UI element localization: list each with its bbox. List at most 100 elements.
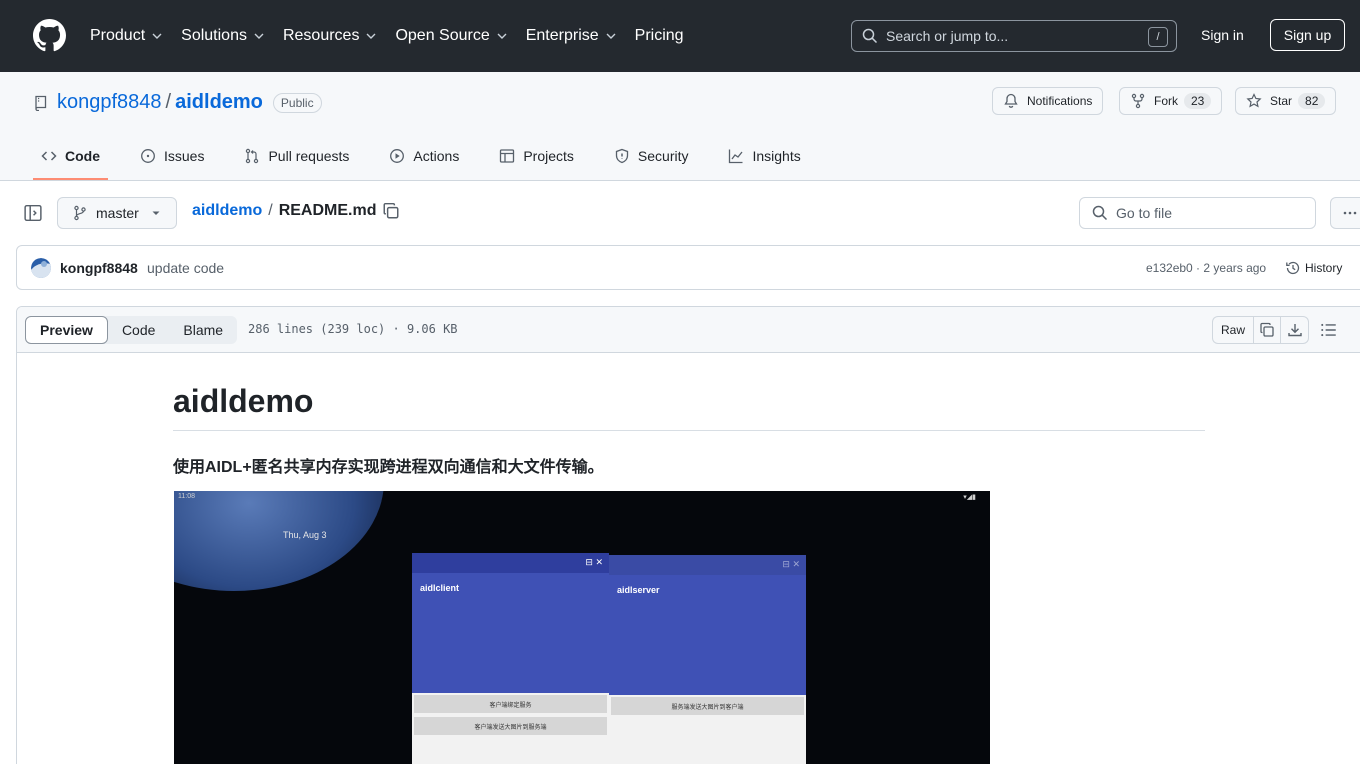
more-options-button[interactable] (1330, 197, 1360, 229)
search-shortcut-key: / (1148, 27, 1168, 47)
copy-icon[interactable] (382, 202, 400, 220)
issue-icon (141, 149, 155, 163)
server-app-bar: aidlserver (609, 575, 806, 695)
outline-list-icon[interactable] (1320, 321, 1338, 339)
chevron-down-icon (254, 33, 264, 39)
repo-tabs: Code Issues Pull requests Actions Projec… (33, 132, 833, 180)
view-mode-switch: Preview Code Blame (25, 316, 238, 344)
go-to-file-input[interactable]: Go to file (1079, 197, 1316, 229)
tab-code-view[interactable]: Code (108, 316, 169, 344)
commit-hash-and-time[interactable]: e132eb0 · 2 years ago (1146, 261, 1266, 275)
window-controls-icon: ⊟ ✕ (782, 559, 800, 569)
raw-button[interactable]: Raw (1212, 316, 1254, 344)
breadcrumb: aidldemo / README.md (192, 202, 400, 220)
emulator-status-icons: ▾◢▮ (963, 494, 976, 501)
fork-button[interactable]: Fork 23 (1119, 87, 1223, 115)
client-send-image-button: 客户端发送大图片到服务端 (414, 717, 607, 735)
tab-security[interactable]: Security (606, 132, 697, 180)
history-button[interactable]: History (1285, 260, 1342, 276)
copy-icon (1260, 322, 1274, 337)
go-to-file-placeholder: Go to file (1116, 205, 1173, 221)
search-icon (1092, 205, 1108, 221)
readme-screenshot[interactable]: 11:08 ▾◢▮ Thu, Aug 3 ⊟ ✕ aidlclient 客户端绑… (174, 491, 990, 764)
nav-product[interactable]: Product (90, 27, 163, 45)
repo-title: kongpf8848 / aidldemo Public (33, 91, 322, 114)
server-titlebar: ⊟ ✕ (609, 555, 806, 575)
server-send-image-button: 服务端发送大图片到客户端 (611, 697, 804, 715)
emulator-clock: 11:08 (178, 493, 195, 500)
play-icon (390, 149, 405, 163)
file-info: 286 lines (239 loc) · 9.06 KB (248, 322, 458, 336)
wallpaper-planet (174, 491, 384, 591)
commit-message-link[interactable]: update code (147, 260, 224, 276)
search-placeholder: Search or jump to... (886, 28, 1009, 44)
sidebar-expand-icon[interactable] (24, 204, 42, 222)
latest-commit-bar: kongpf8848 update code e132eb0 · 2 years… (16, 245, 1360, 290)
avatar[interactable] (31, 258, 51, 278)
client-app-window: ⊟ ✕ aidlclient 客户端绑定服务 客户端发送大图片到服务端 (412, 553, 609, 764)
fork-icon (1131, 93, 1145, 109)
fork-group: Fork 23 (1119, 87, 1223, 115)
branch-selector-button[interactable]: master (57, 197, 177, 229)
window-controls-icon: ⊟ ✕ (585, 557, 603, 567)
github-logo-icon[interactable] (33, 19, 66, 52)
history-icon (1286, 261, 1300, 275)
chevron-down-icon (366, 33, 376, 39)
bell-icon (1004, 93, 1018, 108)
nav-pricing[interactable]: Pricing (635, 27, 684, 45)
fork-count: 23 (1184, 93, 1212, 109)
caret-down-icon (152, 211, 160, 215)
kebab-horizontal-icon (1343, 211, 1357, 215)
star-group: Star 82 (1235, 87, 1337, 115)
tab-pull-requests[interactable]: Pull requests (236, 132, 357, 180)
star-count: 82 (1298, 93, 1326, 109)
global-search-input[interactable]: Search or jump to... / (851, 20, 1177, 52)
nav-solutions[interactable]: Solutions (181, 27, 265, 45)
repo-owner-link[interactable]: kongpf8848 (57, 91, 162, 114)
readme-title: aidldemo (173, 383, 1205, 431)
chevron-down-icon (497, 33, 507, 39)
client-titlebar: ⊟ ✕ (412, 553, 609, 573)
nav-enterprise[interactable]: Enterprise (526, 27, 617, 45)
search-icon (862, 28, 878, 44)
breadcrumb-repo-link[interactable]: aidldemo (192, 202, 262, 220)
code-icon (41, 151, 57, 161)
tab-insights[interactable]: Insights (720, 132, 808, 180)
tab-blame[interactable]: Blame (169, 316, 237, 344)
copy-raw-button[interactable] (1253, 316, 1282, 344)
nav-open-source[interactable]: Open Source (395, 27, 507, 45)
tab-code[interactable]: Code (33, 132, 108, 180)
tab-projects[interactable]: Projects (491, 132, 582, 180)
notifications-group: Notifications (992, 87, 1104, 115)
visibility-badge: Public (272, 92, 322, 113)
commit-author-link[interactable]: kongpf8848 (60, 260, 138, 276)
repo-icon (35, 95, 47, 111)
shield-icon (615, 148, 629, 164)
repo-title-separator: / (165, 91, 172, 113)
table-icon (500, 149, 515, 163)
tab-actions[interactable]: Actions (381, 132, 467, 180)
sign-up-button[interactable]: Sign up (1270, 19, 1345, 51)
star-icon (1246, 93, 1262, 108)
tab-preview[interactable]: Preview (25, 316, 108, 344)
readme-subtitle: 使用AIDL+匿名共享内存实现跨进程双向通信和大文件传输。 (173, 459, 604, 476)
download-button[interactable] (1281, 316, 1310, 344)
file-toolbar: Raw (1212, 316, 1310, 344)
repo-header: kongpf8848 / aidldemo Public Notificatio… (0, 72, 1360, 181)
client-app-title: aidlclient (420, 583, 460, 593)
tab-issues[interactable]: Issues (132, 132, 212, 180)
chevron-down-icon (606, 33, 616, 39)
chevron-down-icon (152, 33, 162, 39)
sign-in-link[interactable]: Sign in (1201, 27, 1244, 43)
nav-resources[interactable]: Resources (283, 27, 377, 45)
client-bind-service-button: 客户端绑定服务 (414, 695, 607, 713)
breadcrumb-file-name: README.md (278, 202, 377, 219)
file-viewer-header: Preview Code Blame 286 lines (239 loc) ·… (17, 307, 1360, 353)
notifications-button[interactable]: Notifications (992, 87, 1104, 115)
repo-name-link[interactable]: aidldemo (175, 91, 263, 114)
download-icon (1287, 324, 1302, 337)
breadcrumb-separator: / (268, 202, 273, 219)
star-button[interactable]: Star 82 (1235, 87, 1337, 115)
global-nav: Product Solutions Resources Open Source … (90, 0, 702, 72)
file-viewer: Preview Code Blame 286 lines (239 loc) ·… (16, 306, 1360, 764)
